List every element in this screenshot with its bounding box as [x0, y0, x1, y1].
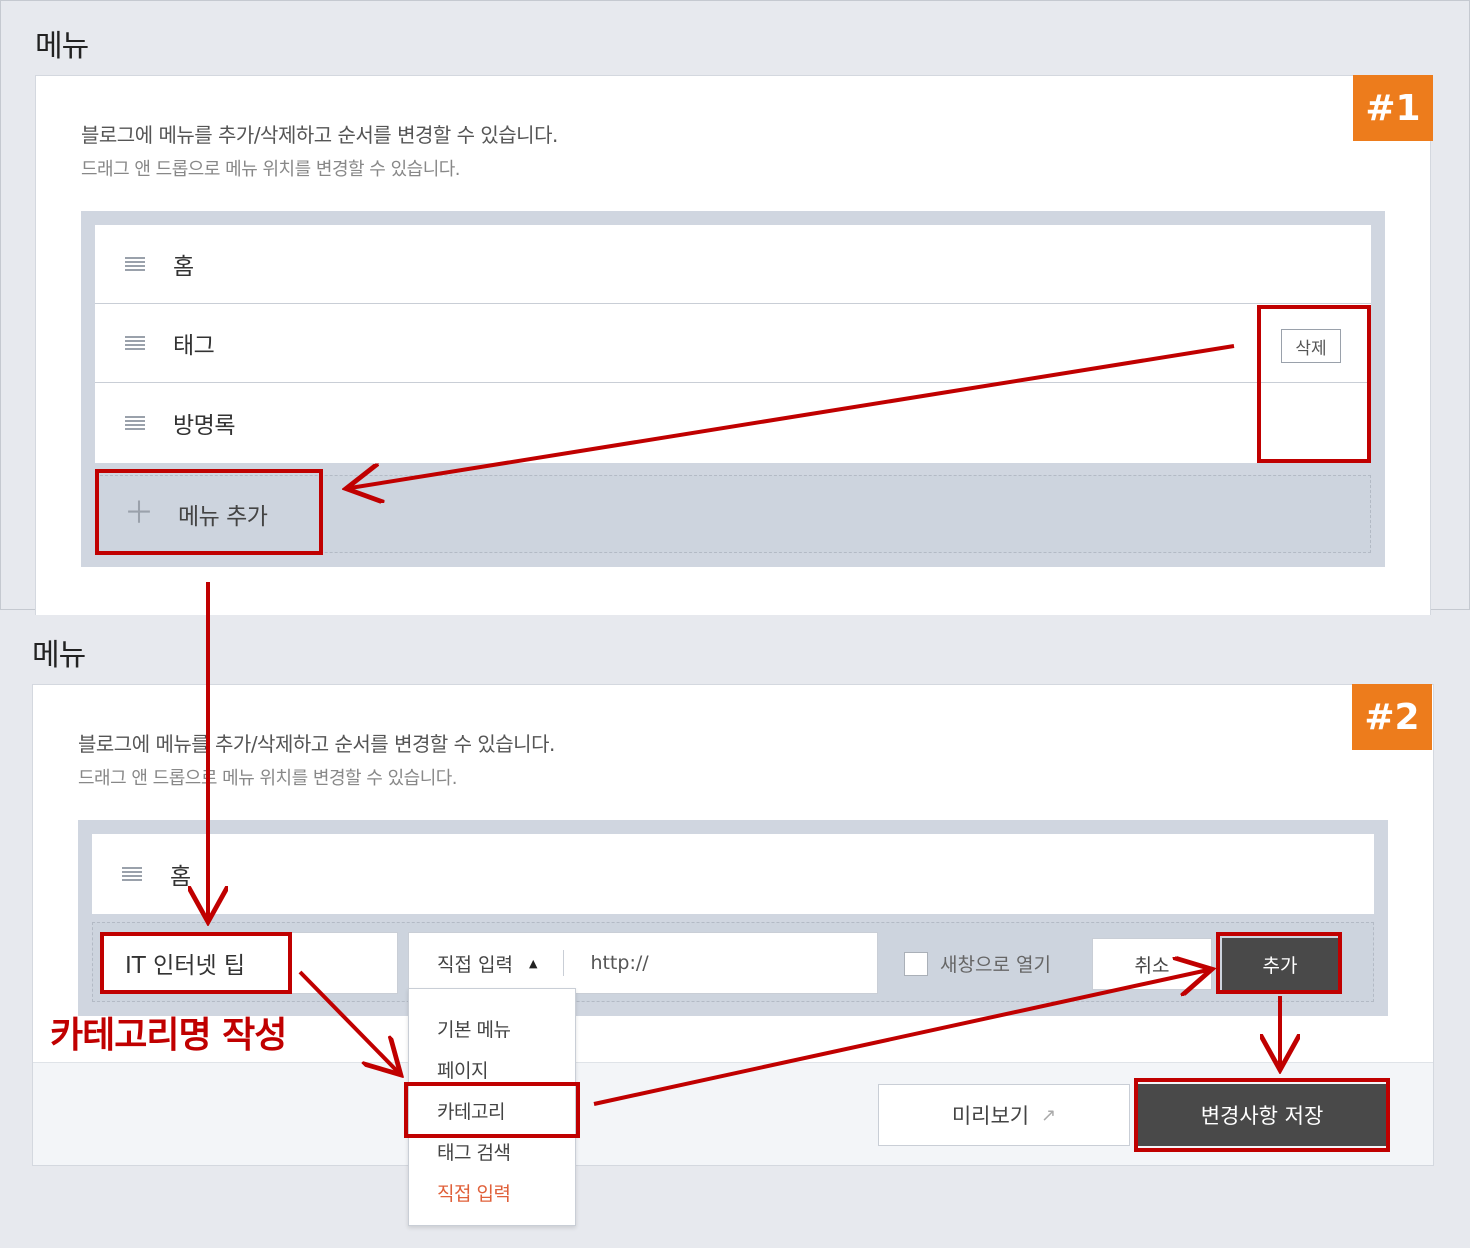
arrow-category-to-add — [593, 970, 1208, 1106]
arrow-delete-to-add — [350, 344, 1235, 488]
annotation-arrows — [0, 344, 1470, 1106]
arrow-input-to-category — [298, 970, 398, 1072]
